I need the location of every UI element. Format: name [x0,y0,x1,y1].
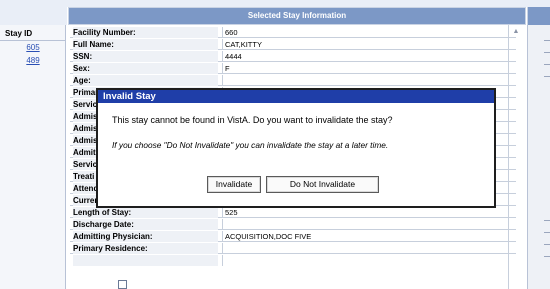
right-column-marker [544,52,550,53]
info-label: SSN: [73,51,218,62]
info-value [222,75,512,86]
right-column-marker [544,40,550,41]
right-header-band [527,7,550,25]
info-label: Full Name: [73,39,218,50]
stay-id-link[interactable]: 605 [0,43,66,52]
right-column-marker [544,232,550,233]
info-row: Primary Residence: [70,243,516,254]
dialog-title: Invalid Stay [98,90,494,103]
stay-id-link[interactable]: 489 [0,56,66,65]
info-row: Full Name: CAT,KITTY [70,39,516,50]
stay-id-heading: Stay ID [0,27,66,41]
scrollbar[interactable] [508,25,526,289]
info-label: Facility Number: [73,27,218,38]
info-value: CAT,KITTY [222,39,512,50]
info-row: Admitting Physician: ACQUISITION,DOC FIVE [70,231,516,242]
do-not-invalidate-button[interactable]: Do Not Invalidate [266,176,379,193]
info-value: F [222,63,512,74]
invalid-stay-dialog: Invalid Stay This stay cannot be found i… [96,88,496,208]
info-value: 525 [222,207,512,218]
right-column-marker [544,244,550,245]
row-expand-box[interactable] [118,280,127,289]
right-column-marker [544,64,550,65]
dialog-note: If you choose "Do Not Invalidate" you ca… [112,140,389,150]
info-row [70,255,516,266]
info-label: Length of Stay: [73,207,218,218]
info-row: Discharge Date: [70,219,516,230]
info-label: Age: [73,75,218,86]
section-title: Selected Stay Information [247,11,347,20]
info-row: Sex: F [70,63,516,74]
info-label: Primary Residence: [73,243,218,254]
right-column-marker [544,76,550,77]
info-value: 660 [222,27,512,38]
info-label: Sex: [73,63,218,74]
info-label: Admitting Physician: [73,231,218,242]
info-value [222,219,512,230]
left-header-gap [0,7,67,25]
info-label: Discharge Date: [73,219,218,230]
info-value: 4444 [222,51,512,62]
info-row: Facility Number: 660 [70,27,516,38]
invalidate-button[interactable]: Invalidate [207,176,261,193]
info-value [222,255,512,266]
right-column-marker [544,256,550,257]
info-value: ACQUISITION,DOC FIVE [222,231,512,242]
info-label [73,255,218,266]
scroll-up-arrow-icon[interactable]: ▲ [512,28,520,36]
top-strip [0,0,550,7]
info-row: Age: [70,75,516,86]
info-row: SSN: 4444 [70,51,516,62]
right-column-marker [544,220,550,221]
info-row: Length of Stay: 525 [70,207,516,218]
info-value [222,243,512,254]
dialog-message: This stay cannot be found in VistA. Do y… [112,115,393,125]
